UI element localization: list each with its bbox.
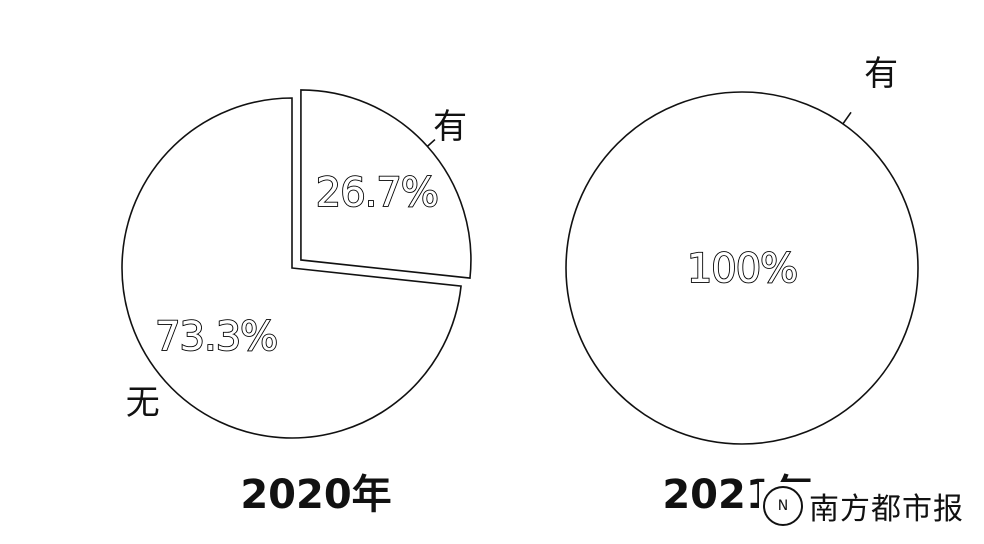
pie-2020-value-you: 26.7% — [316, 170, 438, 216]
pie-2020-value-wu: 73.3% — [155, 314, 277, 360]
pie-2021-value-you: 100% — [687, 246, 797, 292]
pie-2021-leader-you — [842, 111, 852, 125]
pie-2020-category-wu: 无 — [126, 383, 160, 423]
publisher-watermark: N 南方都市报 — [759, 482, 968, 530]
publisher-name: 南方都市报 — [809, 492, 964, 527]
pie-2020-caption: 2020年 — [240, 472, 391, 518]
charts-canvas: 26.7% 73.3% 有 无 2020年 100% 有 2021年 — [121, 54, 919, 518]
pie-2021-category-you: 有 — [864, 54, 898, 94]
pie-2020: 26.7% 73.3% 有 无 2020年 — [121, 89, 472, 518]
pie-2021: 100% 有 2021年 — [565, 54, 919, 518]
pie-2020-category-you: 有 — [433, 107, 467, 147]
publisher-logo-icon: N — [763, 486, 803, 526]
